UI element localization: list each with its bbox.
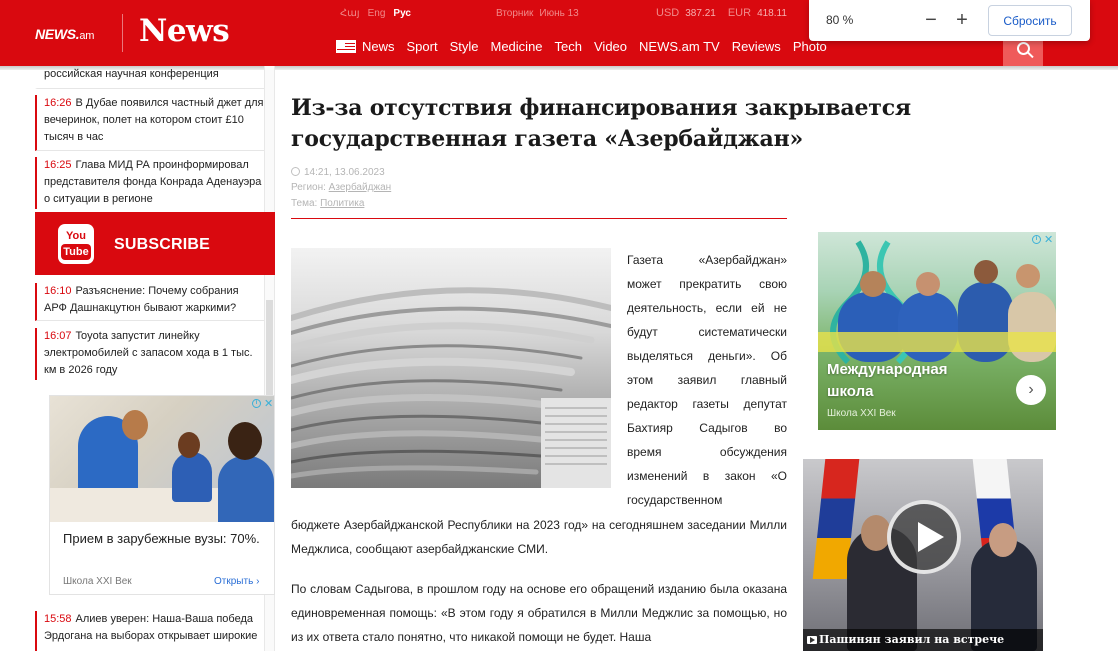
logo-divider [122,14,123,52]
news-feed-time: 16:25 [44,159,72,171]
nav-news[interactable]: News [362,39,395,54]
article-paragraph-1-line: будут систематически [627,325,787,339]
nav-news-am-tv[interactable]: NEWS.am TV [639,39,720,54]
news-feed-text: Алиев уверен: Наша-Ваша победа Эрдогана … [44,613,258,642]
lang-ru[interactable]: Рус [393,8,411,19]
article-paragraph-1-line: государственном [627,493,723,507]
article-paragraph-1-line: Бахтияр Садыгов во [627,421,787,435]
featured-video[interactable]: Пашинян заявил на встрече [803,459,1043,651]
ad-title: Международная школа [827,361,948,400]
date-text: Июнь 13 [539,8,579,19]
chevron-right-icon[interactable]: › [1016,375,1046,405]
article-paragraph-2: По словам Садыгова, в прошлом году на ос… [291,582,787,644]
news-feed-item[interactable]: 16:07 Toyota запустит линейку электромоби… [35,328,264,380]
news-feed-text: Разъяснение: Почему собрания АРФ Дашнакц… [44,285,239,314]
news-am-logo[interactable]: NEWS.am [35,26,94,42]
ad-close-icon[interactable]: ✕ [264,399,273,410]
title-divider [291,218,787,219]
news-feed-item[interactable]: 16:26 В Дубае появился частный джет для в… [35,95,264,151]
nav-reviews[interactable]: Reviews [732,39,781,54]
site-logo[interactable]: News [139,13,230,49]
article-paragraph-1-line: изменений в закон «О [627,469,787,483]
youtube-logo-icon: You Tube [58,224,94,264]
article-image-newspapers [291,248,611,488]
ad-close-icon[interactable]: ✕ [1044,235,1053,246]
news-feed-item[interactable]: российская научная конференция [35,66,264,89]
language-switcher: Հայ Eng Рус [340,8,411,19]
article-paragraph-1-continued: бюджете Азербайджанской Республики на 20… [291,518,787,556]
newspapers-illustration [291,248,611,488]
news-feed-time: 16:07 [44,330,72,342]
news-feed-text: Toyota запустит линейку электромобилей с… [44,330,253,376]
main-nav: News Sport Style Medicine Tech Video NEW… [336,39,839,54]
article-paragraph-1-line: время обсуждения [627,445,787,459]
ad-open-link[interactable]: Открыть › [214,576,259,587]
ad-source: Школа XXI Век [63,576,132,587]
article-topic: Тема: Политика [291,198,365,209]
article-paragraph-1-line: может прекратить свою [627,277,787,291]
zoom-popup: 80 % − + Сбросить [809,0,1090,41]
current-date: Вторник Июнь 13 [496,8,579,19]
zoom-reset-button[interactable]: Сбросить [988,5,1072,36]
news-feed-item[interactable]: 15:58 Алиев уверен: Наша-Ваша победа Эрдо… [35,611,264,651]
ad-image [50,396,274,522]
news-feed-item[interactable]: 16:10 Разъяснение: Почему собрания АРФ Да… [35,283,264,321]
region-link[interactable]: Азербайджан [329,182,392,193]
article-paragraph-1-line: деятельность, если ей не [627,301,787,315]
zoom-out-button[interactable]: − [921,8,941,32]
article-paragraph-1-line: этом заявил главный [627,373,787,387]
adchoices-icon[interactable]: i [1032,235,1041,244]
nav-video[interactable]: Video [594,39,627,54]
play-icon[interactable] [887,500,961,574]
article-datetime: 14:21, 13.06.2023 [291,167,385,178]
nav-medicine[interactable]: Medicine [491,39,543,54]
adchoices-icon[interactable]: i [252,399,261,408]
rate-value: 387.21 [685,8,716,19]
news-feed-item[interactable]: 16:25 Глава МИД РА проинформировал предст… [35,157,264,209]
article-paragraph-1-line: Газета «Азербайджан» [627,253,787,267]
zoom-level: 80 % [826,13,854,27]
news-feed-text: Глава МИД РА проинформировал представите… [44,159,262,205]
zoom-in-button[interactable]: + [952,8,972,32]
article-title: Из-за отсутствия финансирования закрывае… [291,95,911,152]
weekday: Вторник [496,8,534,19]
news-feed-text: российская научная конференция [44,68,219,80]
sponsored-ad-right[interactable]: i ✕ Международная школа Школа XXI Век › [818,232,1056,430]
video-camera-icon [807,636,817,644]
news-feed-time: 15:58 [44,613,72,625]
lang-hy[interactable]: Հայ [340,8,360,19]
news-feed-text: В Дубае появился частный джет для вечери… [44,97,264,143]
sponsored-ad-left[interactable]: i ✕ Прием в зарубежные вузы: 70%. Школа … [49,395,275,595]
nav-tech[interactable]: Tech [555,39,582,54]
article-paragraph-1-line: выделяться деньги». Об [627,349,787,363]
nav-photo[interactable]: Photo [793,39,827,54]
search-icon [1016,41,1030,55]
ad-source: Школа XXI Век [827,408,896,419]
currency-rates: USD 387.21 EUR 418.11 [656,7,787,19]
ad-title: Прием в зарубежные вузы: 70%. [63,531,260,546]
clock-icon [291,167,300,176]
chevron-right-icon: › [256,576,260,587]
video-caption: Пашинян заявил на встрече [803,629,1043,651]
nav-style[interactable]: Style [450,39,479,54]
article-paragraph-1-line: редактор газеты депутат [627,397,787,411]
rate-code: USD [656,7,680,19]
news-feed-time: 16:10 [44,285,72,297]
article-region: Регион: Азербайджан [291,182,392,193]
lang-en[interactable]: Eng [368,8,386,19]
rate-value: 418.11 [757,8,787,19]
nav-sport[interactable]: Sport [407,39,438,54]
topic-link[interactable]: Политика [320,198,364,209]
news-feed-time: 16:26 [44,97,72,109]
subscribe-label: SUBSCRIBE [114,236,211,253]
us-flag-icon [336,40,356,53]
rate-code: EUR [727,7,752,19]
